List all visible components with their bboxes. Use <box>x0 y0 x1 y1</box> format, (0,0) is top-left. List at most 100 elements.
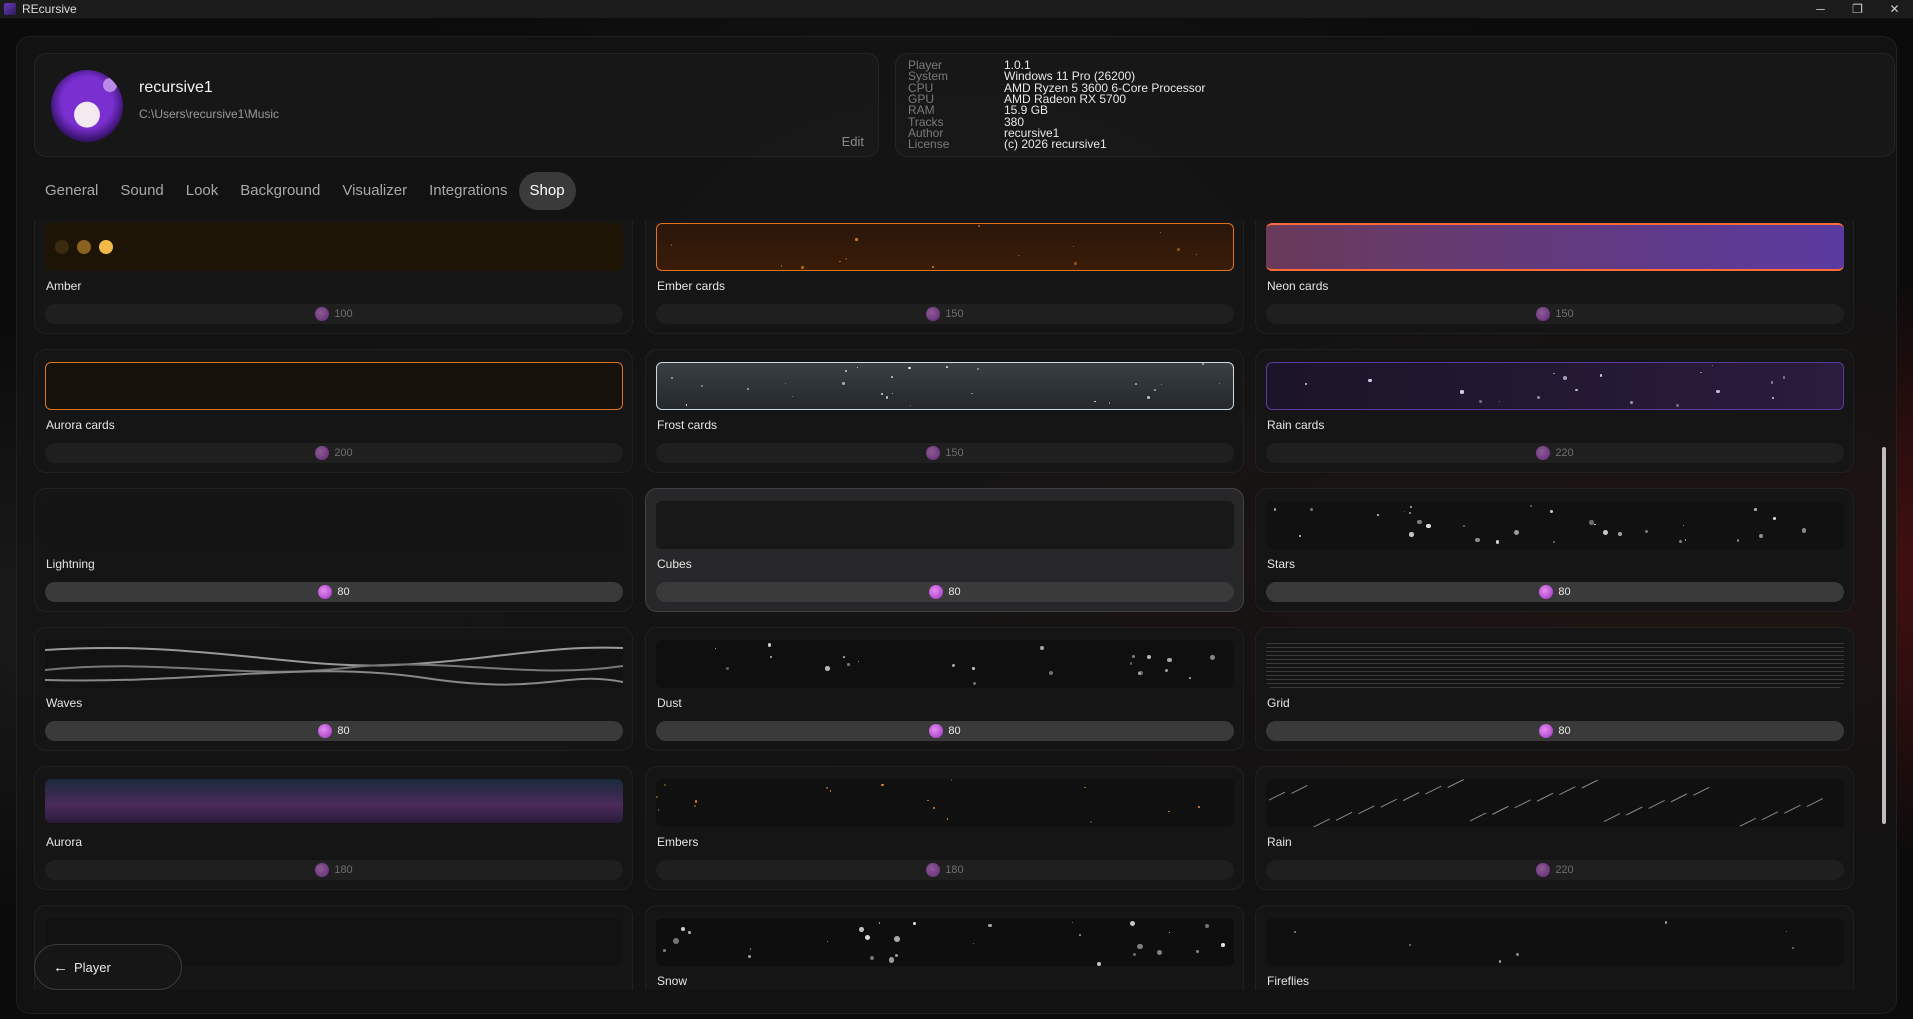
buy-button[interactable]: 100 <box>45 304 623 324</box>
shop-item-card[interactable]: Aurora cards 200 <box>34 349 633 473</box>
particle <box>1664 921 1668 924</box>
shop-item-card[interactable]: Waves 80 <box>34 627 633 751</box>
avatar[interactable] <box>51 70 123 142</box>
particle <box>1550 509 1554 513</box>
particle <box>726 667 729 671</box>
particle <box>830 790 832 792</box>
particle <box>978 225 980 227</box>
username: recursive1 <box>139 79 213 96</box>
price-value: 150 <box>945 308 964 320</box>
particle <box>1039 645 1044 650</box>
title-bar: REcursive ─ ❐ ✕ <box>0 0 1913 18</box>
shop-item-card[interactable]: Ember cards 150 <box>645 220 1244 334</box>
buy-button[interactable]: 80 <box>45 721 623 741</box>
particle <box>1079 934 1082 937</box>
maximize-button[interactable]: ❐ <box>1839 0 1876 18</box>
coin-icon <box>1536 863 1551 877</box>
shop-item-card[interactable]: Cubes 80 <box>645 488 1244 612</box>
tab-background[interactable]: Background <box>229 172 331 210</box>
back-to-player-button[interactable]: ← Player <box>34 944 182 990</box>
particle <box>1716 389 1720 393</box>
item-name: Dust <box>657 696 682 710</box>
particle <box>1154 388 1157 391</box>
item-preview <box>45 501 623 549</box>
buy-button[interactable]: 220 <box>1266 860 1844 880</box>
particle <box>971 666 975 671</box>
close-button[interactable]: ✕ <box>1876 0 1913 18</box>
shop-item-card[interactable]: Frost cards 150 <box>645 349 1244 473</box>
particle <box>670 243 673 246</box>
particle <box>1603 530 1609 535</box>
price-value: 80 <box>337 586 350 598</box>
buy-button[interactable]: 150 <box>656 304 1234 324</box>
shop-item-card[interactable]: Grid 80 <box>1255 627 1854 751</box>
buy-button[interactable]: 180 <box>656 860 1234 880</box>
buy-button[interactable]: 80 <box>1266 582 1844 602</box>
coin-icon <box>315 863 330 877</box>
particle <box>780 265 783 267</box>
sysinfo-value: (c) 2026 recursive1 <box>1004 137 1107 152</box>
shop-item-card[interactable]: Lightning 80 <box>34 488 633 612</box>
price-value: 180 <box>334 864 353 876</box>
particle <box>1164 669 1168 673</box>
particle <box>973 682 977 685</box>
tab-shop[interactable]: Shop <box>518 172 576 210</box>
particle <box>1782 376 1786 380</box>
buy-button[interactable]: 80 <box>45 582 623 602</box>
particle <box>859 927 864 932</box>
window-title: REcursive <box>22 2 77 16</box>
shop-item-card[interactable]: Embers 180 <box>645 766 1244 890</box>
buy-button[interactable]: 220 <box>1266 443 1844 463</box>
particle <box>673 938 679 944</box>
shop-item-card[interactable]: Neon cards 150 <box>1255 220 1854 334</box>
particle <box>714 647 716 649</box>
particle <box>747 954 751 958</box>
scrollbar-thumb[interactable] <box>1882 447 1886 824</box>
shop-item-card[interactable]: Snow <box>645 905 1244 990</box>
particle <box>1758 533 1763 539</box>
tab-general[interactable]: General <box>34 172 109 210</box>
particle <box>856 366 859 369</box>
buy-button[interactable]: 80 <box>656 721 1234 741</box>
item-name: Fireflies <box>1267 974 1310 988</box>
particle <box>1368 378 1372 382</box>
buy-button[interactable]: 80 <box>1266 721 1844 741</box>
particle <box>1684 539 1686 541</box>
item-preview <box>1266 918 1844 966</box>
particle <box>1204 924 1209 929</box>
particle <box>801 266 804 269</box>
shop-item-card[interactable]: Amber 100 <box>34 220 633 334</box>
buy-button[interactable]: 200 <box>45 443 623 463</box>
item-preview <box>45 362 623 410</box>
price-value: 100 <box>334 308 353 320</box>
shop-item-card[interactable]: Rain 220 <box>1255 766 1854 890</box>
minimize-button[interactable]: ─ <box>1802 0 1839 18</box>
particle <box>1084 787 1086 789</box>
buy-button[interactable]: 150 <box>656 443 1234 463</box>
particle <box>1711 364 1714 367</box>
buy-button[interactable]: 80 <box>656 582 1234 602</box>
tab-look[interactable]: Look <box>175 172 230 210</box>
shop-item-card[interactable]: Fireflies <box>1255 905 1854 990</box>
particle <box>694 800 698 804</box>
tab-integrations[interactable]: Integrations <box>418 172 518 210</box>
buy-button[interactable]: 180 <box>45 860 623 880</box>
particle <box>1167 657 1172 663</box>
coin-icon <box>926 863 941 877</box>
particle <box>894 953 898 957</box>
tab-visualizer[interactable]: Visualizer <box>331 172 418 210</box>
shop-item-card[interactable]: Dust 80 <box>645 627 1244 751</box>
particle <box>1377 513 1379 516</box>
item-preview <box>656 779 1234 827</box>
buy-button[interactable]: 150 <box>1266 304 1844 324</box>
particle <box>1160 383 1163 386</box>
shop-item-card[interactable]: Rain cards 220 <box>1255 349 1854 473</box>
particle <box>870 955 874 960</box>
edit-button[interactable]: Edit <box>842 134 864 149</box>
shop-item-card[interactable]: Stars 80 <box>1255 488 1854 612</box>
shop-item-card[interactable]: Aurora 180 <box>34 766 633 890</box>
particle <box>844 258 848 261</box>
particle <box>784 382 786 385</box>
particle <box>825 786 829 790</box>
tab-sound[interactable]: Sound <box>109 172 174 210</box>
